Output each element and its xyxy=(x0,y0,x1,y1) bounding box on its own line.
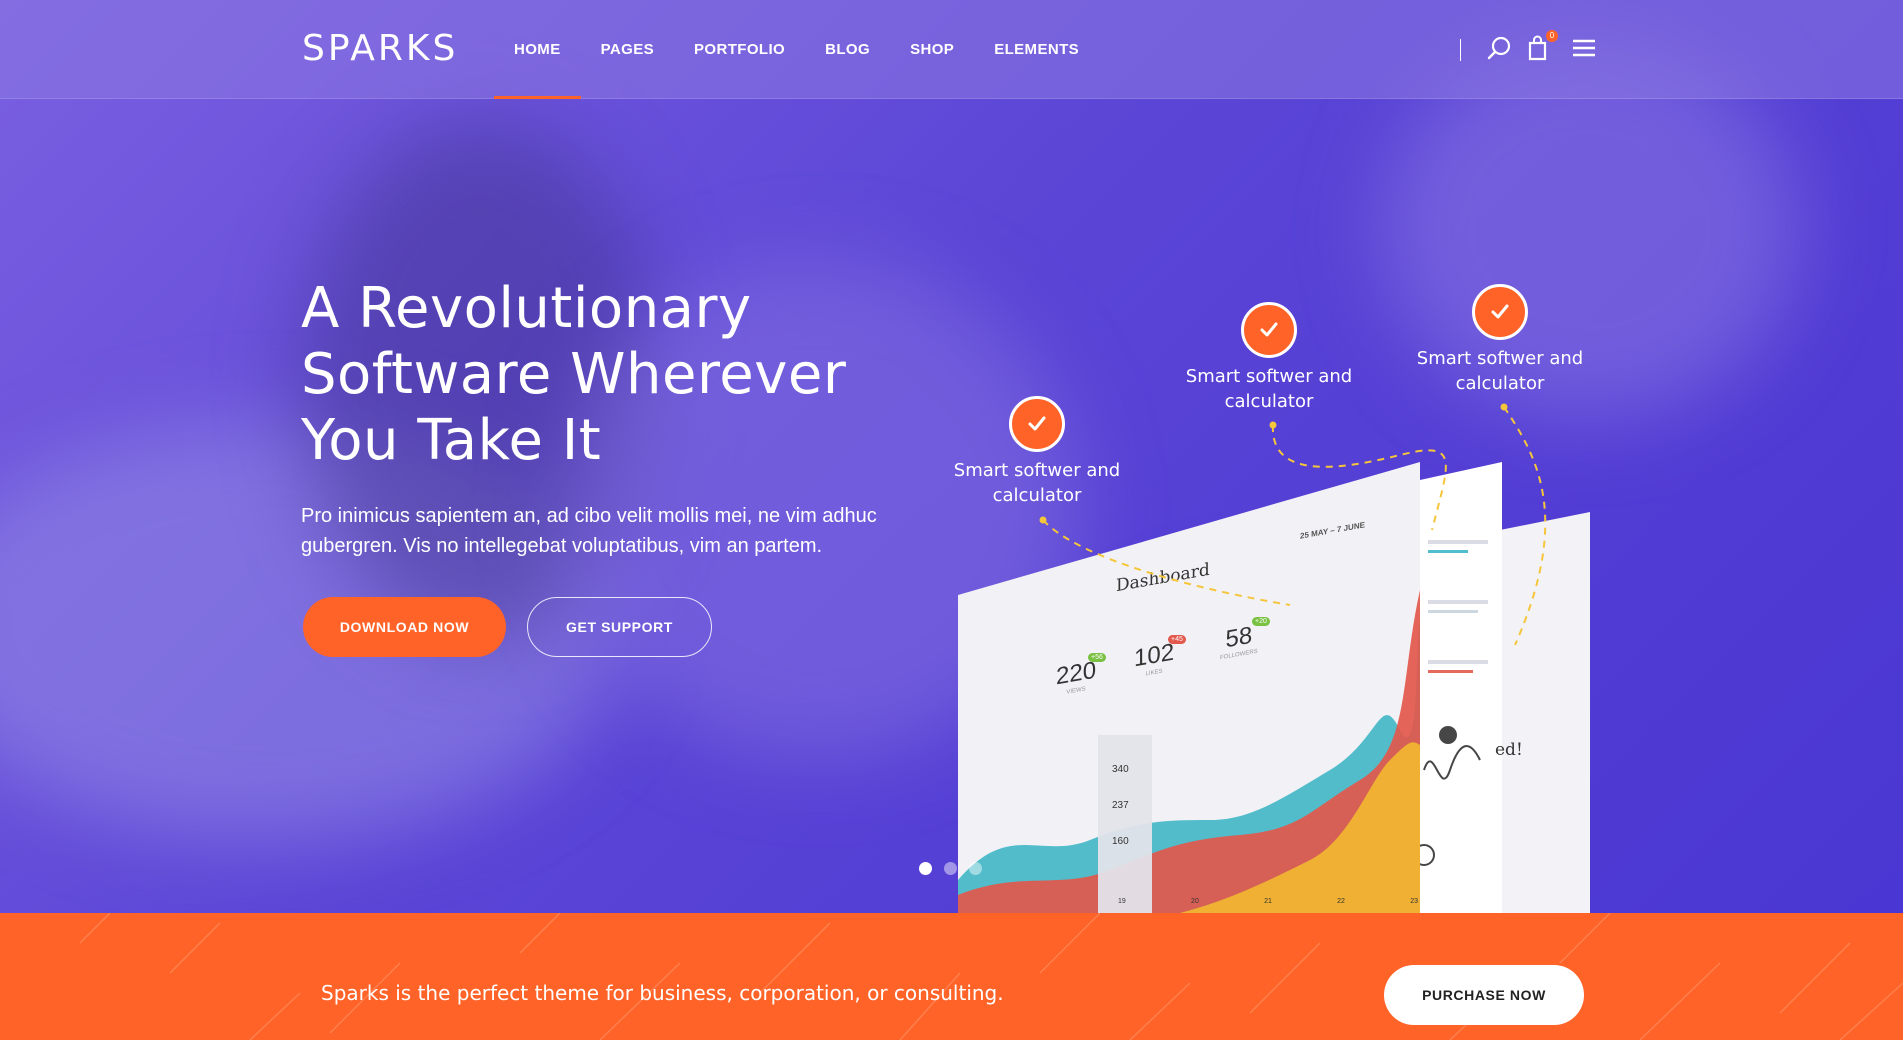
check-icon xyxy=(1472,284,1528,340)
search-icon[interactable] xyxy=(1486,34,1514,62)
slider-dot[interactable] xyxy=(969,862,982,875)
feature-callout: Smart softwer and calculator xyxy=(1179,302,1359,414)
nav-item-shop[interactable]: SHOP xyxy=(890,0,974,99)
nav-item-home[interactable]: HOME xyxy=(494,0,581,99)
logo[interactable]: SPARKS xyxy=(302,28,458,69)
cta-text: Sparks is the perfect theme for business… xyxy=(321,981,1004,1005)
cart-count-badge: 0 xyxy=(1546,30,1558,42)
nav-item-portfolio[interactable]: PORTFOLIO xyxy=(674,0,805,99)
purchase-now-button[interactable]: PURCHASE NOW xyxy=(1384,965,1584,1025)
hero-section: SPARKS HOME PAGES PORTFOLIO BLOG SHOP EL… xyxy=(0,0,1903,913)
slider-dot[interactable] xyxy=(944,862,957,875)
feature-label: Smart softwer and calculator xyxy=(1185,366,1353,412)
nav-item-blog[interactable]: BLOG xyxy=(805,0,890,99)
cta-pattern xyxy=(79,913,1903,1040)
cart-icon[interactable]: 0 xyxy=(1526,30,1558,62)
slider-dot[interactable] xyxy=(919,862,932,875)
slider-pagination xyxy=(919,862,982,875)
cta-bar xyxy=(0,913,1903,1040)
feature-label: Smart softwer and calculator xyxy=(953,460,1121,506)
main-nav: HOME PAGES PORTFOLIO BLOG SHOP ELEMENTS xyxy=(494,0,1099,99)
site-header: SPARKS HOME PAGES PORTFOLIO BLOG SHOP EL… xyxy=(0,0,1903,99)
check-icon xyxy=(1009,396,1065,452)
nav-item-elements[interactable]: ELEMENTS xyxy=(974,0,1099,99)
feature-label: Smart softwer and calculator xyxy=(1416,348,1584,394)
feature-callout: Smart softwer and calculator xyxy=(1410,284,1590,396)
check-icon xyxy=(1241,302,1297,358)
menu-icon[interactable] xyxy=(1570,34,1598,62)
nav-item-pages[interactable]: PAGES xyxy=(581,0,674,99)
feature-callout: Smart softwer and calculator xyxy=(947,396,1127,508)
header-divider xyxy=(1460,39,1461,61)
